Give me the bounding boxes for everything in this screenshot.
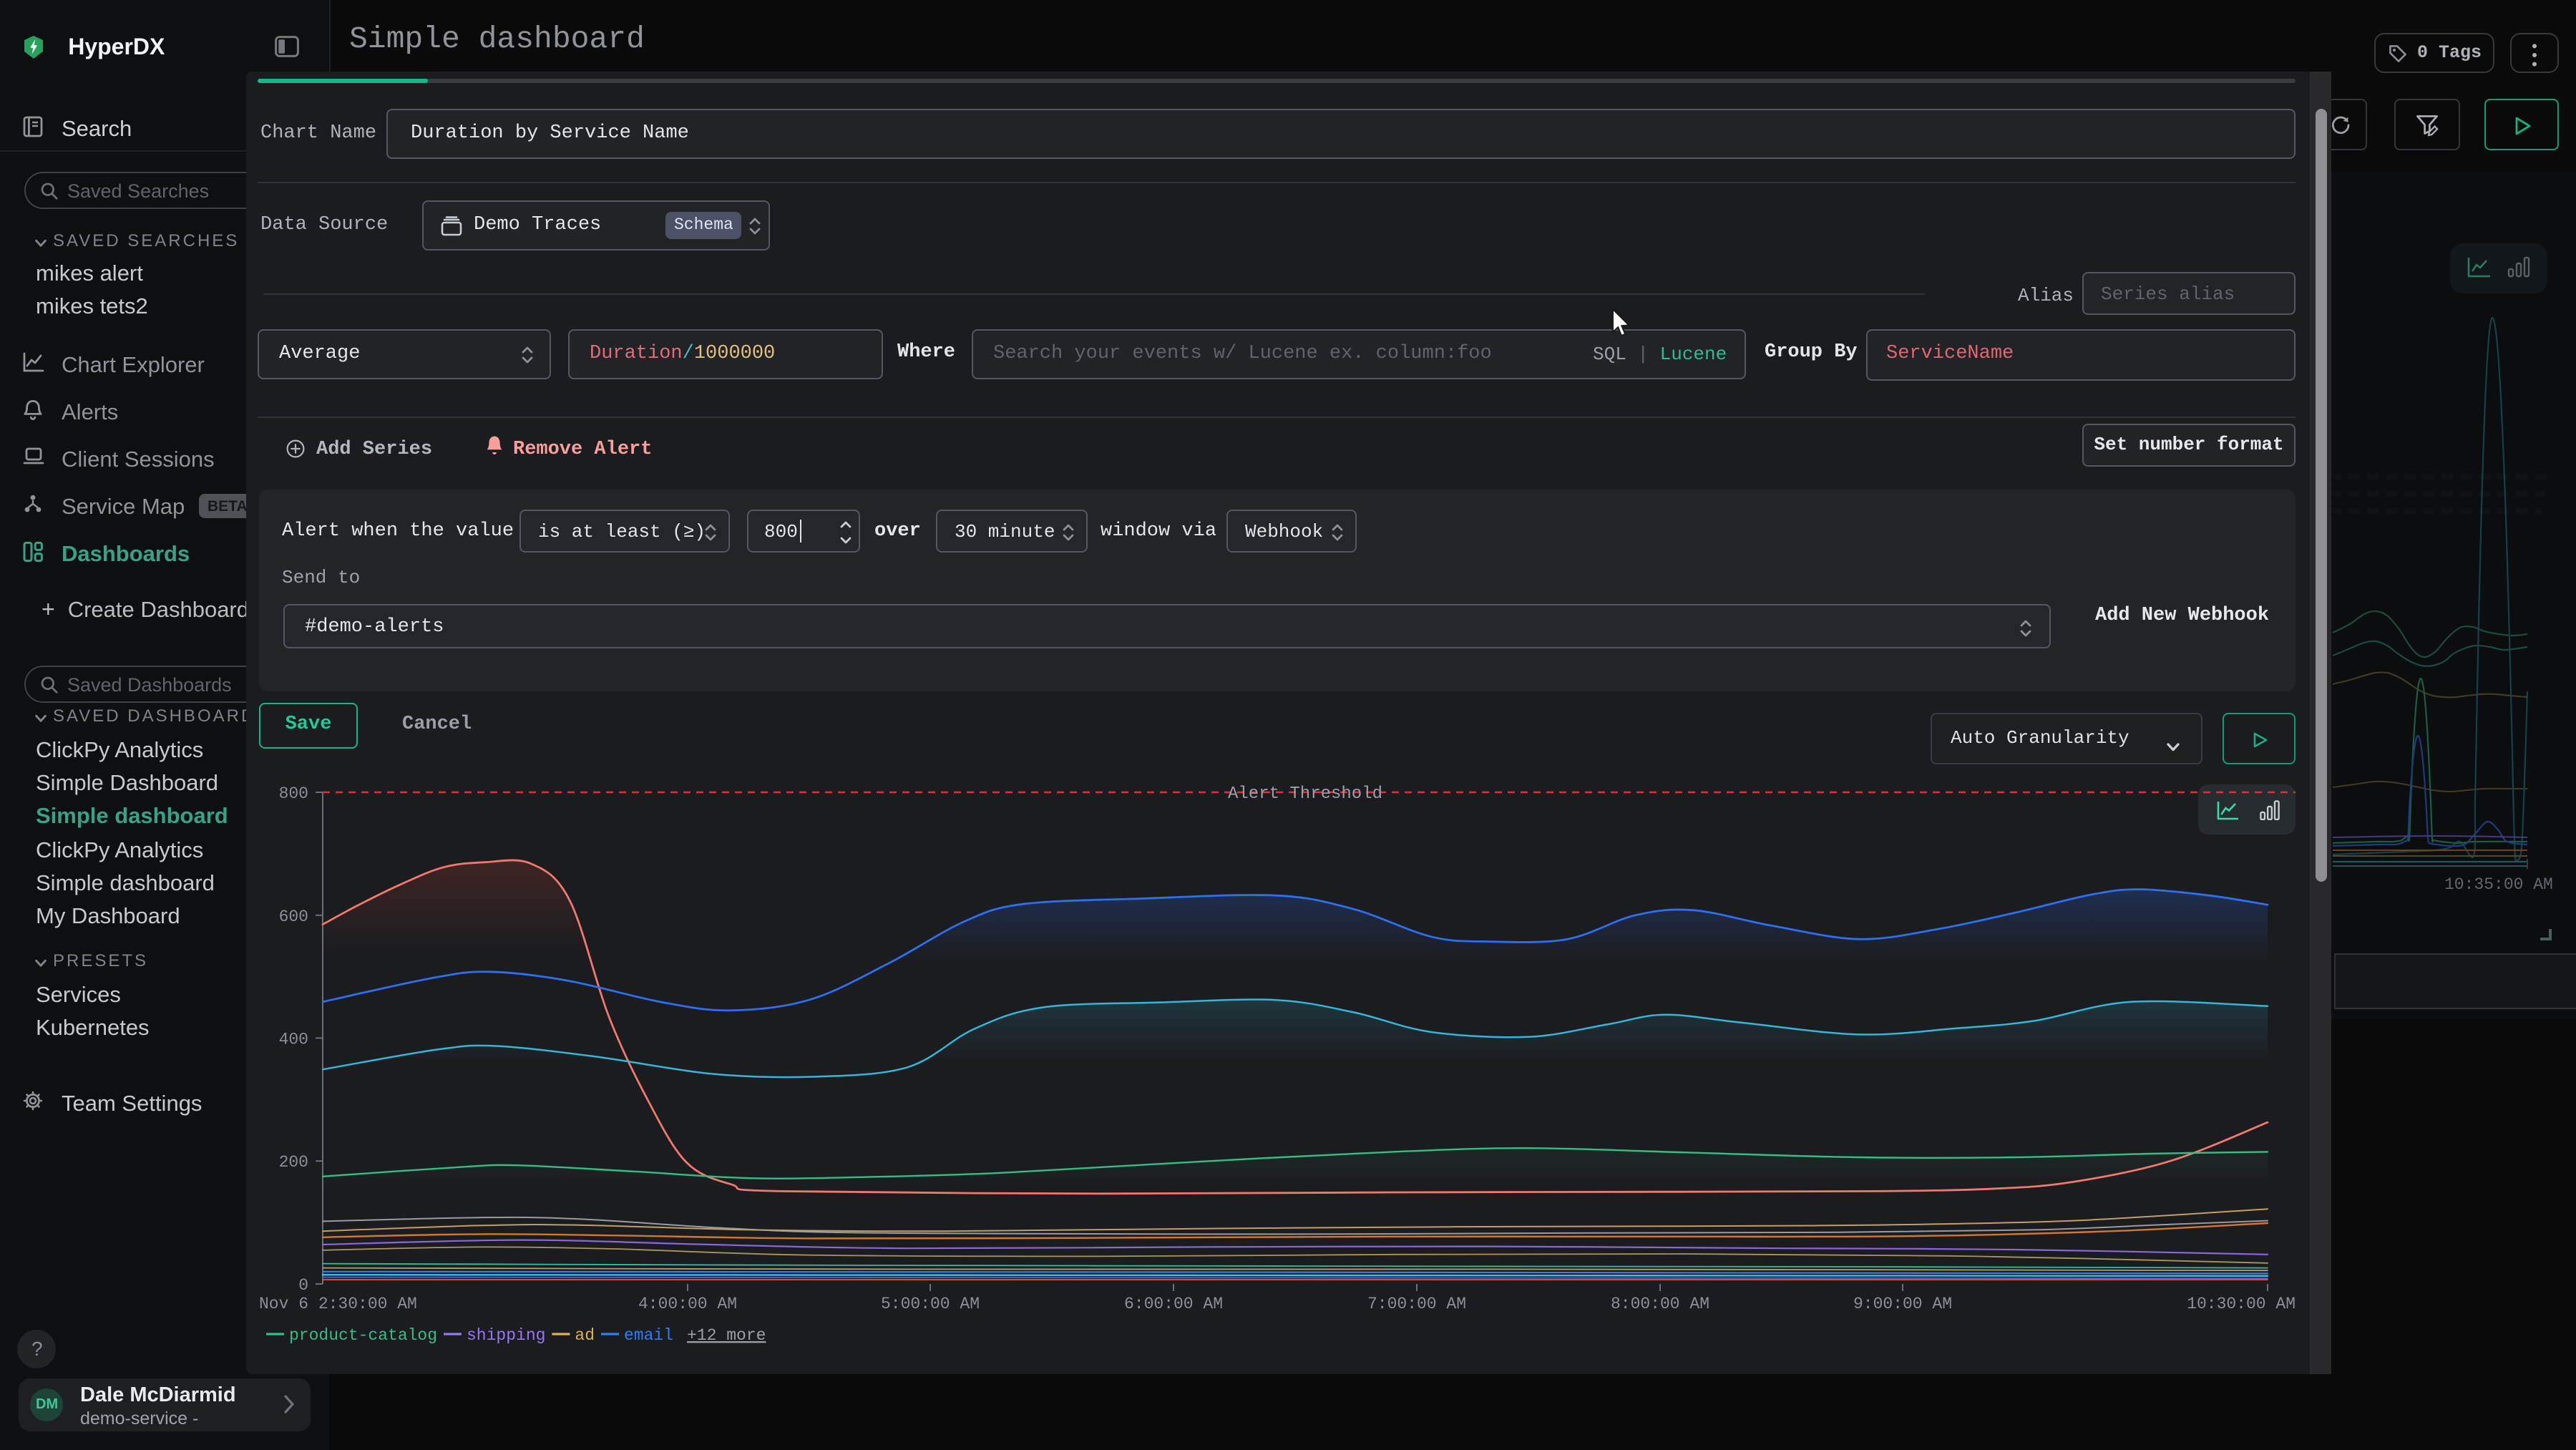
svg-text:email: email [624,1326,673,1345]
svg-text:9:00:00 AM: 9:00:00 AM [1853,1295,1952,1313]
svg-text:Alert Threshold: Alert Threshold [1228,784,1382,804]
svg-text:4:00:00 AM: 4:00:00 AM [638,1295,737,1313]
svg-text:ad: ad [575,1326,595,1345]
svg-text:product-catalog: product-catalog [289,1326,437,1345]
svg-text:10:30:00 AM: 10:30:00 AM [2187,1295,2296,1313]
svg-text:shipping: shipping [467,1326,545,1345]
svg-text:200: 200 [279,1153,308,1172]
svg-text:8:00:00 AM: 8:00:00 AM [1611,1295,1709,1313]
svg-text:+12 more: +12 more [687,1326,766,1345]
svg-text:6:00:00 AM: 6:00:00 AM [1124,1295,1223,1313]
svg-text:0: 0 [298,1276,308,1295]
svg-text:7:00:00 AM: 7:00:00 AM [1367,1295,1466,1313]
svg-text:Nov 6 2:30:00 AM: Nov 6 2:30:00 AM [259,1295,417,1313]
svg-text:400: 400 [279,1030,308,1048]
svg-text:600: 600 [279,908,308,926]
svg-text:800: 800 [279,784,308,803]
svg-text:5:00:00 AM: 5:00:00 AM [881,1295,980,1313]
